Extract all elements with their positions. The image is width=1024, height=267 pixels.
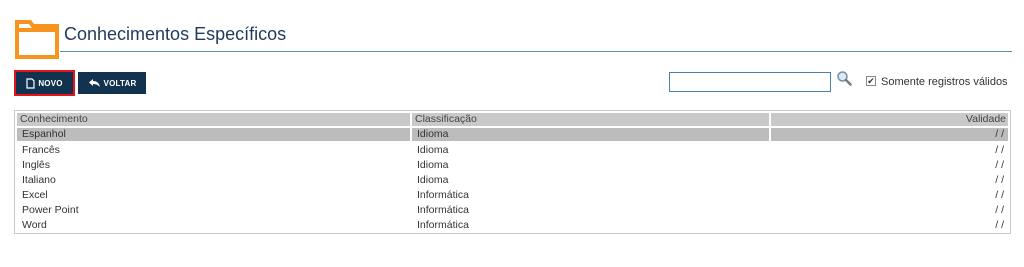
cell-validade: / / [995,189,1004,201]
cell-validade: / / [995,219,1004,231]
table-row[interactable]: Excel Informática / / [17,188,1008,203]
table-row[interactable]: Espanhol Idioma / / [17,128,1008,143]
table-header: Conhecimento Classificação Validade [17,113,1008,126]
table-row[interactable]: Word Informática / / [17,218,1008,233]
cell-validade: / / [771,128,1008,141]
cell-conhecimento: Francês [22,144,60,156]
cell-classificacao: Idioma [417,144,449,156]
knowledge-table: Conhecimento Classificação Validade Espa… [14,110,1011,234]
cell-classificacao: Idioma [412,128,769,141]
title-divider [60,51,1012,52]
cell-conhecimento: Excel [22,189,48,201]
new-button-label: NOVO [38,78,63,88]
cell-validade: / / [995,174,1004,186]
back-button[interactable]: VOLTAR [78,72,146,94]
cell-classificacao: Informática [417,219,469,231]
table-row[interactable]: Power Point Informática / / [17,203,1008,218]
cell-validade: / / [995,159,1004,171]
folder-icon [15,20,59,59]
only-valid-label: Somente registros válidos [881,76,1008,88]
cell-conhecimento: Power Point [22,204,79,216]
checkmark-icon: ✔ [867,75,875,86]
table-row[interactable]: Inglês Idioma / / [17,158,1008,173]
cell-classificacao: Informática [417,189,469,201]
new-document-icon [26,77,35,89]
column-header-conhecimento[interactable]: Conhecimento [17,113,410,126]
page-title: Conhecimentos Específicos [64,24,287,44]
cell-conhecimento: Italiano [22,174,56,186]
cell-classificacao: Informática [417,204,469,216]
new-button[interactable]: NOVO [14,70,75,96]
cell-classificacao: Idioma [417,174,449,186]
table-row[interactable]: Francês Idioma / / [17,143,1008,158]
search-icon[interactable] [836,70,852,86]
cell-validade: / / [995,144,1004,156]
cell-conhecimento: Espanhol [17,128,410,141]
search-input[interactable] [669,72,831,92]
cell-conhecimento: Inglês [22,159,51,171]
table-body: Espanhol Idioma / / Francês Idioma / / I… [17,128,1008,233]
column-header-validade[interactable]: Validade [771,113,1008,126]
column-header-classificacao[interactable]: Classificação [412,113,769,126]
back-button-label: VOLTAR [103,78,137,88]
only-valid-checkbox[interactable]: ✔ [866,76,876,86]
cell-validade: / / [995,204,1004,216]
table-row[interactable]: Italiano Idioma / / [17,173,1008,188]
cell-conhecimento: Word [22,219,47,231]
cell-classificacao: Idioma [417,159,449,171]
undo-arrow-icon [88,79,100,87]
